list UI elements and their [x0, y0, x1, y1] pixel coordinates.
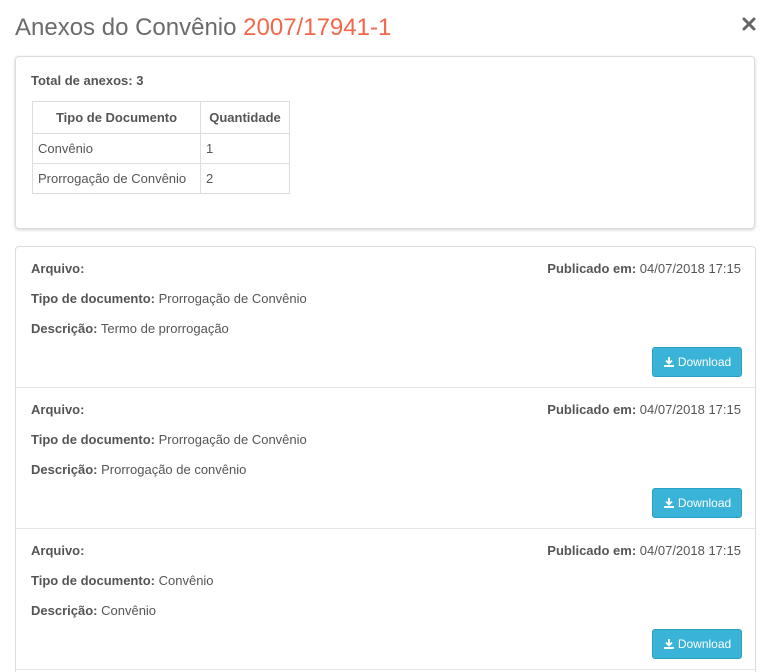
summary-panel: Total de anexos: 3 Tipo de Documento Qua… [15, 56, 755, 229]
close-icon[interactable] [741, 16, 757, 32]
download-label: Download [677, 355, 732, 369]
table-row: Prorrogação de Convênio 2 [32, 163, 290, 194]
summary-table-header: Tipo de Documento Quantidade [32, 101, 290, 134]
published-value: 04/07/2018 17:15 [639, 402, 741, 417]
document-type-label: Tipo de documento: [31, 432, 155, 447]
cell-document-type: Convênio [32, 133, 201, 164]
summary-table: Tipo de Documento Quantidade Convênio 1 … [32, 101, 290, 194]
download-button[interactable]: Download [652, 488, 742, 518]
published-label: Publicado em: [547, 543, 637, 558]
cell-quantity: 1 [200, 133, 290, 164]
published-date: Publicado em: 04/07/2018 17:15 [547, 543, 741, 558]
download-button[interactable]: Download [652, 629, 742, 659]
download-icon [663, 498, 674, 508]
download-icon [663, 639, 674, 649]
convenio-number: 2007/17941-1 [243, 14, 392, 41]
attachment-item: Arquivo: Publicado em: 04/07/2018 17:15 … [16, 388, 755, 529]
document-type-row: Tipo de documento: Convênio [31, 573, 214, 588]
table-row: Convênio 1 [32, 133, 290, 164]
attachments-list: Arquivo: Publicado em: 04/07/2018 17:15 … [15, 246, 756, 672]
file-row: Arquivo: [31, 402, 84, 417]
document-type-value: Prorrogação de Convênio [158, 291, 307, 306]
download-label: Download [677, 637, 732, 651]
download-button[interactable]: Download [652, 347, 742, 377]
download-label: Download [677, 496, 732, 510]
download-icon [663, 357, 674, 367]
modal-header: Anexos do Convênio 2007/17941-1 [0, 0, 771, 56]
header-document-type: Tipo de Documento [32, 101, 201, 134]
attachment-item: Arquivo: Publicado em: 04/07/2018 17:15 … [16, 529, 755, 670]
description-value: Prorrogação de convênio [101, 462, 247, 477]
published-label: Publicado em: [547, 402, 637, 417]
file-row: Arquivo: [31, 261, 84, 276]
published-label: Publicado em: [547, 261, 637, 276]
attachment-item: Arquivo: Publicado em: 04/07/2018 17:15 … [16, 247, 755, 388]
modal-title-prefix: Anexos do Convênio [15, 14, 237, 41]
document-type-row: Tipo de documento: Prorrogação de Convên… [31, 432, 307, 447]
file-label: Arquivo: [31, 261, 85, 276]
document-type-row: Tipo de documento: Prorrogação de Convên… [31, 291, 307, 306]
description-value: Convênio [101, 603, 157, 618]
description-value: Termo de prorrogação [100, 321, 229, 336]
document-type-value: Prorrogação de Convênio [158, 432, 307, 447]
published-value: 04/07/2018 17:15 [639, 261, 741, 276]
file-label: Arquivo: [31, 543, 85, 558]
total-attachments: Total de anexos: 3 [31, 73, 144, 88]
description-row: Descrição: Prorrogação de convênio [31, 462, 246, 477]
header-quantity: Quantidade [200, 101, 290, 134]
modal-title: Anexos do Convênio 2007/17941-1 [15, 14, 391, 42]
file-label: Arquivo: [31, 402, 85, 417]
description-label: Descrição: [31, 462, 98, 477]
description-row: Descrição: Convênio [31, 603, 156, 618]
description-label: Descrição: [31, 603, 98, 618]
document-type-label: Tipo de documento: [31, 291, 155, 306]
published-value: 04/07/2018 17:15 [639, 543, 741, 558]
document-type-value: Convênio [158, 573, 214, 588]
published-date: Publicado em: 04/07/2018 17:15 [547, 402, 741, 417]
file-row: Arquivo: [31, 543, 84, 558]
cell-quantity: 2 [200, 163, 290, 194]
cell-document-type: Prorrogação de Convênio [32, 163, 201, 194]
published-date: Publicado em: 04/07/2018 17:15 [547, 261, 741, 276]
description-label: Descrição: [31, 321, 98, 336]
description-row: Descrição: Termo de prorrogação [31, 321, 229, 336]
document-type-label: Tipo de documento: [31, 573, 155, 588]
